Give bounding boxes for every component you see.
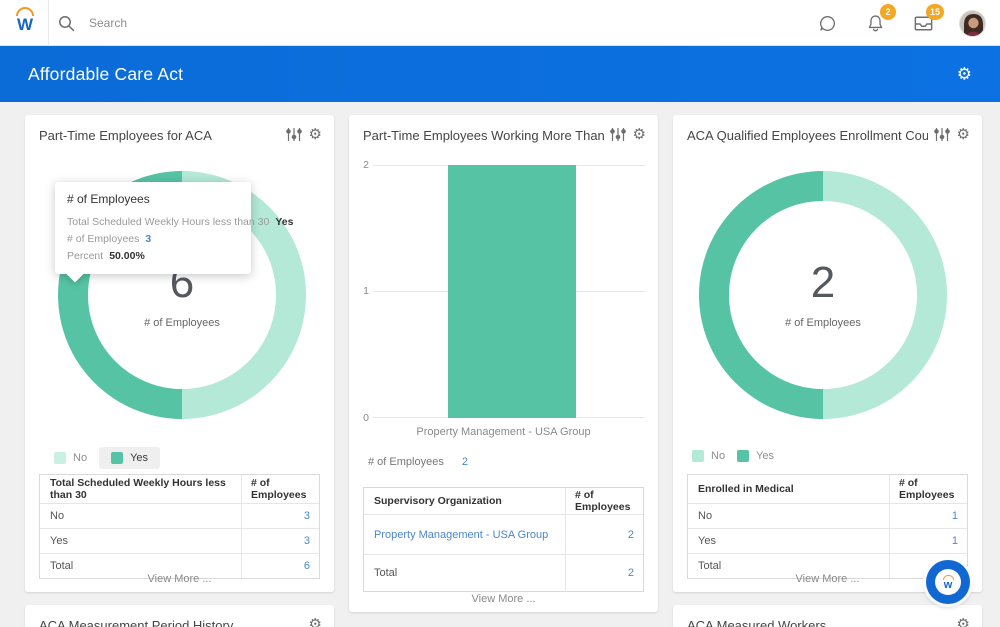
bar-property-management[interactable] — [448, 165, 576, 418]
profile-avatar[interactable] — [959, 10, 986, 37]
chart-tooltip: # of Employees Total Scheduled Weekly Ho… — [55, 182, 251, 274]
card-title: Part-Time Employees for ACA — [39, 127, 280, 145]
legend-swatch-no — [692, 450, 704, 462]
tooltip-row: # of Employees3 — [67, 231, 239, 248]
card-enrollment-count: ACA Qualified Employees Enrollment Count… — [673, 115, 982, 592]
workday-logo[interactable]: W — [12, 7, 38, 39]
card-title: Part-Time Employees Working More Than F… — [363, 127, 604, 145]
y-tick: 0 — [353, 412, 369, 424]
legend-item-no[interactable]: No — [692, 450, 725, 462]
legend-item-yes[interactable]: Yes — [99, 447, 160, 469]
legend-swatch-yes — [737, 450, 749, 462]
notifications-button[interactable]: 2 — [863, 11, 887, 35]
inbox-badge: 15 — [926, 4, 944, 20]
global-search[interactable] — [58, 0, 389, 46]
bar-chart — [373, 165, 645, 418]
table-header-row: Supervisory Organization # of Employees — [364, 488, 643, 514]
workday-assistant-button[interactable]: w — [926, 560, 970, 604]
page-banner: Affordable Care Act ⚙ — [0, 46, 1000, 102]
card-header: ACA Qualified Employees Enrollment Count… — [687, 127, 970, 145]
table-row: Property Management - USA Group 2 — [364, 514, 643, 554]
chart-legend: No Yes — [692, 450, 774, 462]
card-gear-icon[interactable]: ⚙ — [633, 127, 646, 142]
legend-swatch-no — [54, 452, 66, 464]
view-more-link[interactable]: View More ... — [349, 593, 658, 605]
page-title: Affordable Care Act — [28, 64, 183, 85]
donut-total: 2 — [811, 261, 835, 305]
search-icon — [58, 15, 75, 32]
topbar-actions: 2 15 — [815, 0, 986, 46]
notifications-badge: 2 — [880, 4, 896, 20]
donut-total-label: # of Employees — [785, 317, 861, 329]
card-actions: ⚙ — [610, 127, 646, 142]
view-more-link[interactable]: View More ... — [25, 573, 334, 585]
workday-logo-letter: W — [12, 16, 38, 34]
donut-total-label: # of Employees — [144, 317, 220, 329]
tooltip-title: # of Employees — [67, 192, 239, 206]
table-row: Yes 1 — [688, 528, 967, 553]
chat-icon — [817, 13, 838, 34]
legend-swatch-yes — [111, 452, 123, 464]
donut-center: 2 # of Employees — [699, 171, 947, 419]
tooltip-row: Percent50.00% — [67, 248, 239, 265]
avatar-image — [960, 11, 986, 37]
donut-chart-enrollment[interactable]: 2 # of Employees — [699, 171, 947, 419]
search-input[interactable] — [89, 16, 389, 30]
card-title: ACA Measured Workers — [687, 617, 951, 627]
workday-assistant-logo: w — [935, 569, 961, 595]
table-row: No 1 — [688, 503, 967, 528]
x-axis-label: Property Management - USA Group — [349, 426, 658, 438]
y-tick: 2 — [353, 159, 369, 171]
top-bar: W 2 — [0, 0, 1000, 46]
card-part-time-working-more: Part-Time Employees Working More Than F…… — [349, 115, 658, 612]
card-header: Part-Time Employees Working More Than F…… — [363, 127, 646, 145]
chart-legend: No Yes — [54, 447, 160, 469]
table-row: No 3 — [40, 503, 319, 528]
card-gear-icon[interactable]: ⚙ — [957, 127, 970, 142]
workday-dashboard: W 2 — [0, 0, 1000, 627]
table-header-row: Total Scheduled Weekly Hours less than 3… — [40, 475, 319, 503]
table-header-row: Enrolled in Medical # of Employees — [688, 475, 967, 503]
card-actions: ⚙ — [286, 127, 322, 142]
workday-logo-letter: w — [944, 580, 953, 590]
legend-item-no[interactable]: No — [54, 452, 87, 464]
hover-value[interactable]: 2 — [462, 456, 468, 468]
chat-button[interactable] — [815, 11, 839, 35]
legend-item-yes[interactable]: Yes — [737, 450, 774, 462]
card-gear-icon[interactable]: ⚙ — [309, 617, 322, 627]
card-part-time-employees-aca: Part-Time Employees for ACA ⚙ 6 # of Emp… — [25, 115, 334, 592]
summary-table: Supervisory Organization # of Employees … — [363, 487, 644, 592]
inbox-button[interactable]: 15 — [911, 11, 935, 35]
card-gear-icon[interactable]: ⚙ — [309, 127, 322, 142]
card-title: ACA Measurement Period History — [39, 617, 303, 627]
card-aca-measured-workers: ACA Measured Workers ⚙ — [673, 605, 982, 627]
card-header: ACA Measurement Period History ⚙ — [39, 617, 322, 627]
card-gear-icon[interactable]: ⚙ — [957, 617, 970, 627]
card-title: ACA Qualified Employees Enrollment Count — [687, 127, 928, 145]
filter-sliders-icon[interactable] — [934, 127, 950, 142]
hover-label: # of Employees — [368, 456, 444, 468]
filter-sliders-icon[interactable] — [610, 127, 626, 142]
card-actions: ⚙ — [934, 127, 970, 142]
card-aca-measurement-period-history: ACA Measurement Period History ⚙ — [25, 605, 334, 627]
y-tick: 1 — [353, 285, 369, 297]
dashboard-settings-gear-icon[interactable]: ⚙ — [957, 66, 972, 83]
summary-table: Total Scheduled Weekly Hours less than 3… — [39, 474, 320, 579]
card-header: ACA Measured Workers ⚙ — [687, 617, 970, 627]
chart-hover-readout: # of Employees 2 — [368, 456, 468, 468]
table-row-total: Total 2 — [364, 554, 643, 591]
table-row: Yes 3 — [40, 528, 319, 553]
card-header: Part-Time Employees for ACA ⚙ — [39, 127, 322, 145]
summary-table: Enrolled in Medical # of Employees No 1 … — [687, 474, 968, 579]
filter-sliders-icon[interactable] — [286, 127, 302, 142]
topbar-divider — [48, 0, 49, 46]
tooltip-row: Total Scheduled Weekly Hours less than 3… — [67, 214, 239, 231]
